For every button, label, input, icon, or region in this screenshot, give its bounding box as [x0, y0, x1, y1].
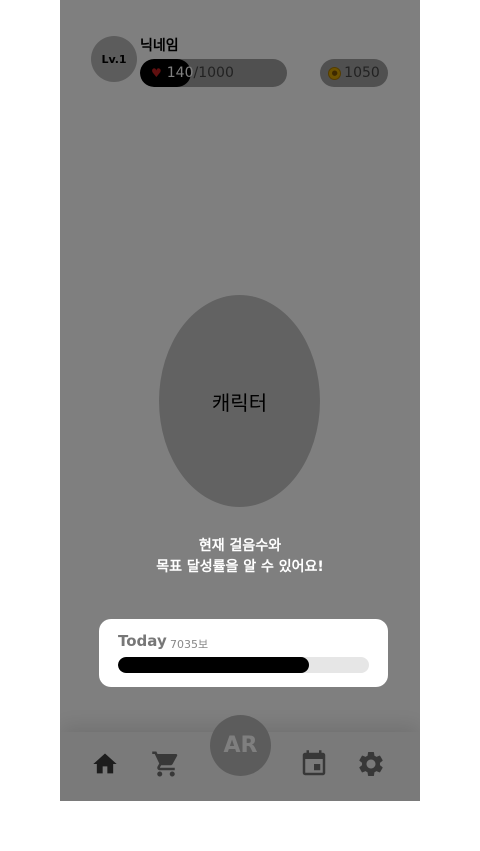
tutorial-line-2: 목표 달성률을 알 수 있어요!: [156, 559, 324, 575]
tutorial-hint: 현재 걸음수와 목표 달성률을 알 수 있어요!: [60, 536, 420, 578]
today-steps-card[interactable]: Today 7035보: [99, 619, 388, 687]
app-screen: Lv.1 닉네임 ♥ 140/1000 ● 1050 캐릭터: [60, 0, 420, 801]
goal-progress-bar: [118, 657, 369, 673]
today-label: Today: [118, 632, 167, 650]
step-count: 7035보: [170, 638, 209, 651]
tutorial-line-1: 현재 걸음수와: [198, 538, 282, 554]
goal-progress-fill: [118, 657, 309, 673]
